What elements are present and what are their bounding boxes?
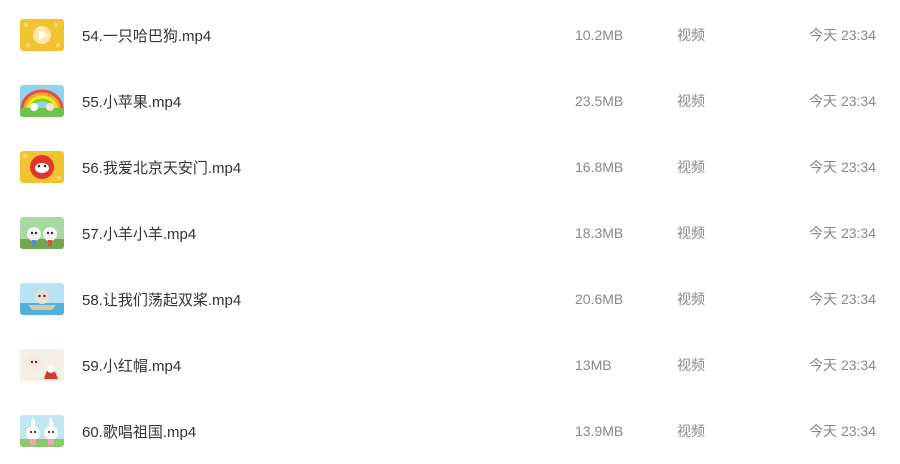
file-size: 13.9MB — [575, 423, 624, 439]
file-name[interactable]: 58.让我们荡起双桨.mp4 — [82, 289, 241, 310]
file-size: 23.5MB — [575, 93, 624, 109]
file-name[interactable]: 60.歌唱祖国.mp4 — [82, 421, 196, 442]
file-type: 视频 — [677, 423, 705, 439]
file-row[interactable]: 59.小红帽.mp4 13MB 视频 今天 23:34 — [0, 332, 900, 398]
file-size: 20.6MB — [575, 291, 624, 307]
file-name[interactable]: 55.小苹果.mp4 — [82, 91, 181, 112]
video-thumbnail-red-circle-icon[interactable] — [20, 151, 64, 183]
file-type: 视频 — [677, 27, 705, 43]
file-size: 16.8MB — [575, 159, 624, 175]
video-thumbnail-red-hood-icon[interactable] — [20, 349, 64, 381]
file-type: 视频 — [677, 291, 705, 307]
video-thumbnail-bunnies-icon[interactable] — [20, 415, 64, 447]
file-row[interactable]: 55.小苹果.mp4 23.5MB 视频 今天 23:34 — [0, 68, 900, 134]
file-type: 视频 — [677, 159, 705, 175]
file-modified-time: 今天 23:34 — [809, 27, 876, 43]
video-thumbnail-play-icon[interactable] — [20, 19, 64, 51]
file-modified-time: 今天 23:34 — [809, 291, 876, 307]
file-name[interactable]: 56.我爱北京天安门.mp4 — [82, 157, 241, 178]
file-row[interactable]: 54.一只哈巴狗.mp4 10.2MB 视频 今天 23:34 — [0, 2, 900, 68]
file-name[interactable]: 57.小羊小羊.mp4 — [82, 223, 196, 244]
file-list: 54.一只哈巴狗.mp4 10.2MB 视频 今天 23:34 55.小苹果.m… — [0, 0, 900, 456]
file-size: 18.3MB — [575, 225, 624, 241]
file-modified-time: 今天 23:34 — [809, 423, 876, 439]
file-modified-time: 今天 23:34 — [809, 225, 876, 241]
file-type: 视频 — [677, 357, 705, 373]
file-size: 10.2MB — [575, 27, 624, 43]
file-name[interactable]: 54.一只哈巴狗.mp4 — [82, 25, 211, 46]
file-modified-time: 今天 23:34 — [809, 357, 876, 373]
file-row[interactable]: 58.让我们荡起双桨.mp4 20.6MB 视频 今天 23:34 — [0, 266, 900, 332]
file-modified-time: 今天 23:34 — [809, 159, 876, 175]
file-type: 视频 — [677, 225, 705, 241]
video-thumbnail-boat-icon[interactable] — [20, 283, 64, 315]
file-name[interactable]: 59.小红帽.mp4 — [82, 355, 181, 376]
video-thumbnail-sheep-icon[interactable] — [20, 217, 64, 249]
file-modified-time: 今天 23:34 — [809, 93, 876, 109]
file-size: 13MB — [575, 357, 612, 373]
file-type: 视频 — [677, 93, 705, 109]
file-row[interactable]: 57.小羊小羊.mp4 18.3MB 视频 今天 23:34 — [0, 200, 900, 266]
file-row[interactable]: 60.歌唱祖国.mp4 13.9MB 视频 今天 23:34 — [0, 398, 900, 464]
file-row[interactable]: 56.我爱北京天安门.mp4 16.8MB 视频 今天 23:34 — [0, 134, 900, 200]
video-thumbnail-rainbow-icon[interactable] — [20, 85, 64, 117]
